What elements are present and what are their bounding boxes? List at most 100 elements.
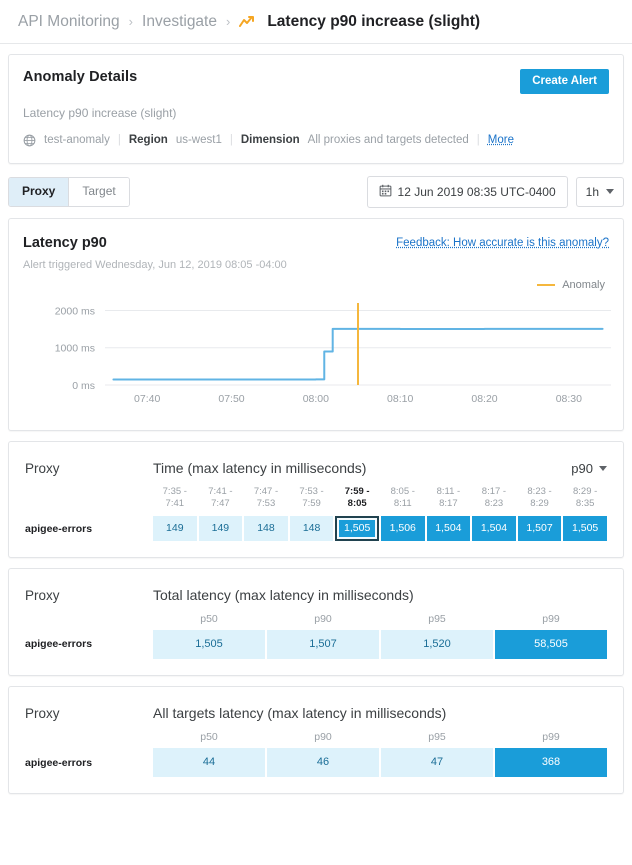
targets-latency-table-card: Proxy All targets latency (max latency i… — [8, 686, 624, 795]
targets-latency-row-label: apigee-errors — [25, 756, 93, 769]
time-column-header: 7:59 -8:05 — [335, 486, 379, 517]
date-picker[interactable]: 12 Jun 2019 08:35 UTC-0400 — [366, 175, 568, 208]
dimension-value: All proxies and targets detected — [307, 134, 469, 147]
meta-divider: | — [229, 134, 233, 147]
time-column-end: 8:17 — [439, 498, 458, 510]
proxy-target-toggle: Proxy Target — [8, 176, 130, 207]
breadcrumb-item-api-monitoring[interactable]: API Monitoring — [18, 13, 120, 31]
table-row: apigee-errors 149 149 148 148 1,505 1,506 1,50… — [25, 516, 607, 541]
time-column-start: 7:47 - — [253, 485, 279, 497]
time-column-start: 8:17 - — [481, 485, 507, 497]
time-latency-table-card: Proxy Time (max latency in milliseconds)… — [8, 440, 624, 558]
feedback-link[interactable]: Feedback: How accurate is this anomaly? — [396, 235, 609, 249]
alert-triggered-text: Alert triggered Wednesday, Jun 12, 2019 … — [23, 258, 287, 271]
x-axis-tick-label: 08:00 — [303, 393, 329, 405]
total-latency-cell[interactable]: 58,505 — [495, 629, 607, 660]
time-column-header: 8:17 -8:23 — [472, 486, 516, 517]
anomaly-details-title: Anomaly Details — [23, 69, 138, 85]
heatmap-cell[interactable]: 149 — [153, 516, 197, 541]
heatmap-cell[interactable]: 1,506 — [380, 516, 425, 541]
time-table-header: Proxy Time (max latency in milliseconds)… — [9, 442, 623, 476]
heatmap-cell-selected[interactable]: 1,505 — [335, 516, 379, 541]
time-column-end: 8:05 — [347, 498, 367, 510]
chart-header: Latency p90 Feedback: How accurate is th… — [9, 219, 623, 251]
heatmap-cell[interactable]: 1,504 — [472, 516, 516, 541]
time-column-header: 7:47 -7:53 — [244, 486, 288, 517]
total-latency-column-headers: p50 p90 p95 p99 — [25, 613, 607, 630]
x-axis-tick-label: 07:40 — [134, 393, 160, 405]
time-column-end: 7:41 — [165, 498, 185, 510]
time-column-header: 8:11 -8:17 — [427, 486, 471, 517]
time-column-end: 8:11 — [393, 498, 412, 510]
dimension-label: Dimension — [240, 134, 300, 147]
time-column-header-cells: 7:35 -7:41 7:41 -7:47 7:47 -7:53 7:53 -7:59… — [153, 486, 607, 517]
legend-label-anomaly: Anomaly — [562, 278, 605, 291]
time-column-header: 8:23 -8:29 — [518, 486, 562, 517]
time-table-row-label: apigee-errors — [25, 522, 93, 535]
total-latency-cell[interactable]: 1,520 — [381, 629, 493, 660]
targets-latency-cell[interactable]: 44 — [153, 748, 265, 778]
targets-latency-cell[interactable]: 368 — [495, 748, 607, 778]
meta-divider: | — [117, 134, 121, 147]
heatmap-cell[interactable]: 148 — [289, 516, 334, 541]
targets-latency-column-headers: p50 p90 p95 p99 — [25, 731, 607, 748]
heatmap-cell[interactable]: 1,507 — [517, 516, 562, 541]
x-axis-tick-label: 07:50 — [218, 393, 244, 405]
targets-latency-header: Proxy All targets latency (max latency i… — [9, 687, 623, 721]
total-latency-grid: p50 p90 p95 p99 apigee-errors 1,505 1,507 1,5… — [9, 603, 623, 675]
targets-latency-header-cells: p50 p90 p95 p99 — [153, 731, 607, 748]
y-axis-tick-label: 1000 ms — [55, 342, 95, 354]
latency-line-chart[interactable]: 0 ms 1000 ms 2000 ms 07:40 07:50 08:00 08:10 08… — [19, 295, 623, 415]
total-latency-column-header: p99 — [542, 612, 560, 625]
more-link[interactable]: More — [488, 134, 514, 146]
trend-up-icon — [239, 15, 257, 29]
legend-swatch-anomaly — [537, 283, 556, 286]
total-latency-caption: Total latency (max latency in millisecon… — [153, 586, 414, 603]
heatmap-cell[interactable]: 149 — [198, 516, 243, 541]
heatmap-cell[interactable]: 1,505 — [563, 516, 607, 541]
total-latency-cell[interactable]: 1,505 — [153, 629, 265, 660]
anomaly-details-card: Anomaly Details Create Alert Latency p90… — [8, 54, 624, 164]
targets-latency-column-header: p90 — [314, 731, 332, 744]
time-range-dropdown[interactable]: 1h — [575, 176, 624, 207]
toolbar: Proxy Target 12 Jun 2019 08:35 UTC-0400 … — [8, 175, 624, 208]
time-column-start: 7:53 - — [299, 485, 324, 497]
region-label: Region — [128, 134, 168, 147]
total-latency-row-label: apigee-errors — [25, 638, 93, 651]
time-column-end: 7:53 — [256, 498, 276, 510]
targets-latency-column-header: p99 — [542, 731, 560, 744]
chart-plot-area: 0 ms 1000 ms 2000 ms 07:40 07:50 08:00 08:10 08… — [9, 291, 623, 430]
heatmap-cell[interactable]: 1,504 — [426, 516, 471, 541]
total-latency-column-header: p95 — [428, 612, 446, 625]
toolbar-right: 12 Jun 2019 08:35 UTC-0400 1h — [366, 175, 624, 208]
time-table-proxy-label: Proxy — [25, 460, 60, 476]
toggle-option-target[interactable]: Target — [68, 177, 129, 206]
calendar-icon — [379, 184, 392, 200]
total-latency-cell[interactable]: 1,507 — [267, 629, 379, 660]
percentile-dropdown[interactable]: p90 — [571, 461, 607, 476]
date-picker-value: 12 Jun 2019 08:35 UTC-0400 — [397, 184, 556, 199]
chevron-down-icon — [606, 189, 614, 195]
table-row: apigee-errors 44 46 47 368 — [25, 748, 607, 778]
breadcrumb: API Monitoring › Investigate › Latency p… — [0, 0, 632, 44]
total-latency-column-header: p90 — [314, 612, 332, 625]
page-root: API Monitoring › Investigate › Latency p… — [0, 0, 632, 865]
x-axis-tick-label: 08:30 — [556, 393, 582, 405]
x-axis-tick-label: 08:20 — [471, 393, 497, 405]
heatmap-cell[interactable]: 148 — [244, 516, 288, 541]
breadcrumb-item-investigate[interactable]: Investigate — [142, 13, 217, 31]
breadcrumb-separator-icon: › — [225, 14, 231, 29]
region-value: us-west1 — [175, 134, 222, 147]
total-latency-proxy-label: Proxy — [25, 587, 60, 603]
time-column-header: 8:05 -8:11 — [381, 486, 425, 517]
total-latency-table-card: Proxy Total latency (max latency in mill… — [8, 567, 624, 677]
targets-latency-cell[interactable]: 46 — [267, 748, 379, 778]
time-column-header: 8:29 -8:35 — [563, 486, 607, 517]
toggle-option-proxy[interactable]: Proxy — [9, 177, 69, 206]
y-axis-tick-label: 0 ms — [72, 380, 95, 392]
meta-divider: | — [476, 134, 480, 147]
total-latency-header: Proxy Total latency (max latency in mill… — [9, 569, 623, 603]
x-axis-tick-label: 08:10 — [387, 393, 413, 405]
targets-latency-cell[interactable]: 47 — [381, 748, 493, 778]
create-alert-button[interactable]: Create Alert — [520, 69, 609, 94]
